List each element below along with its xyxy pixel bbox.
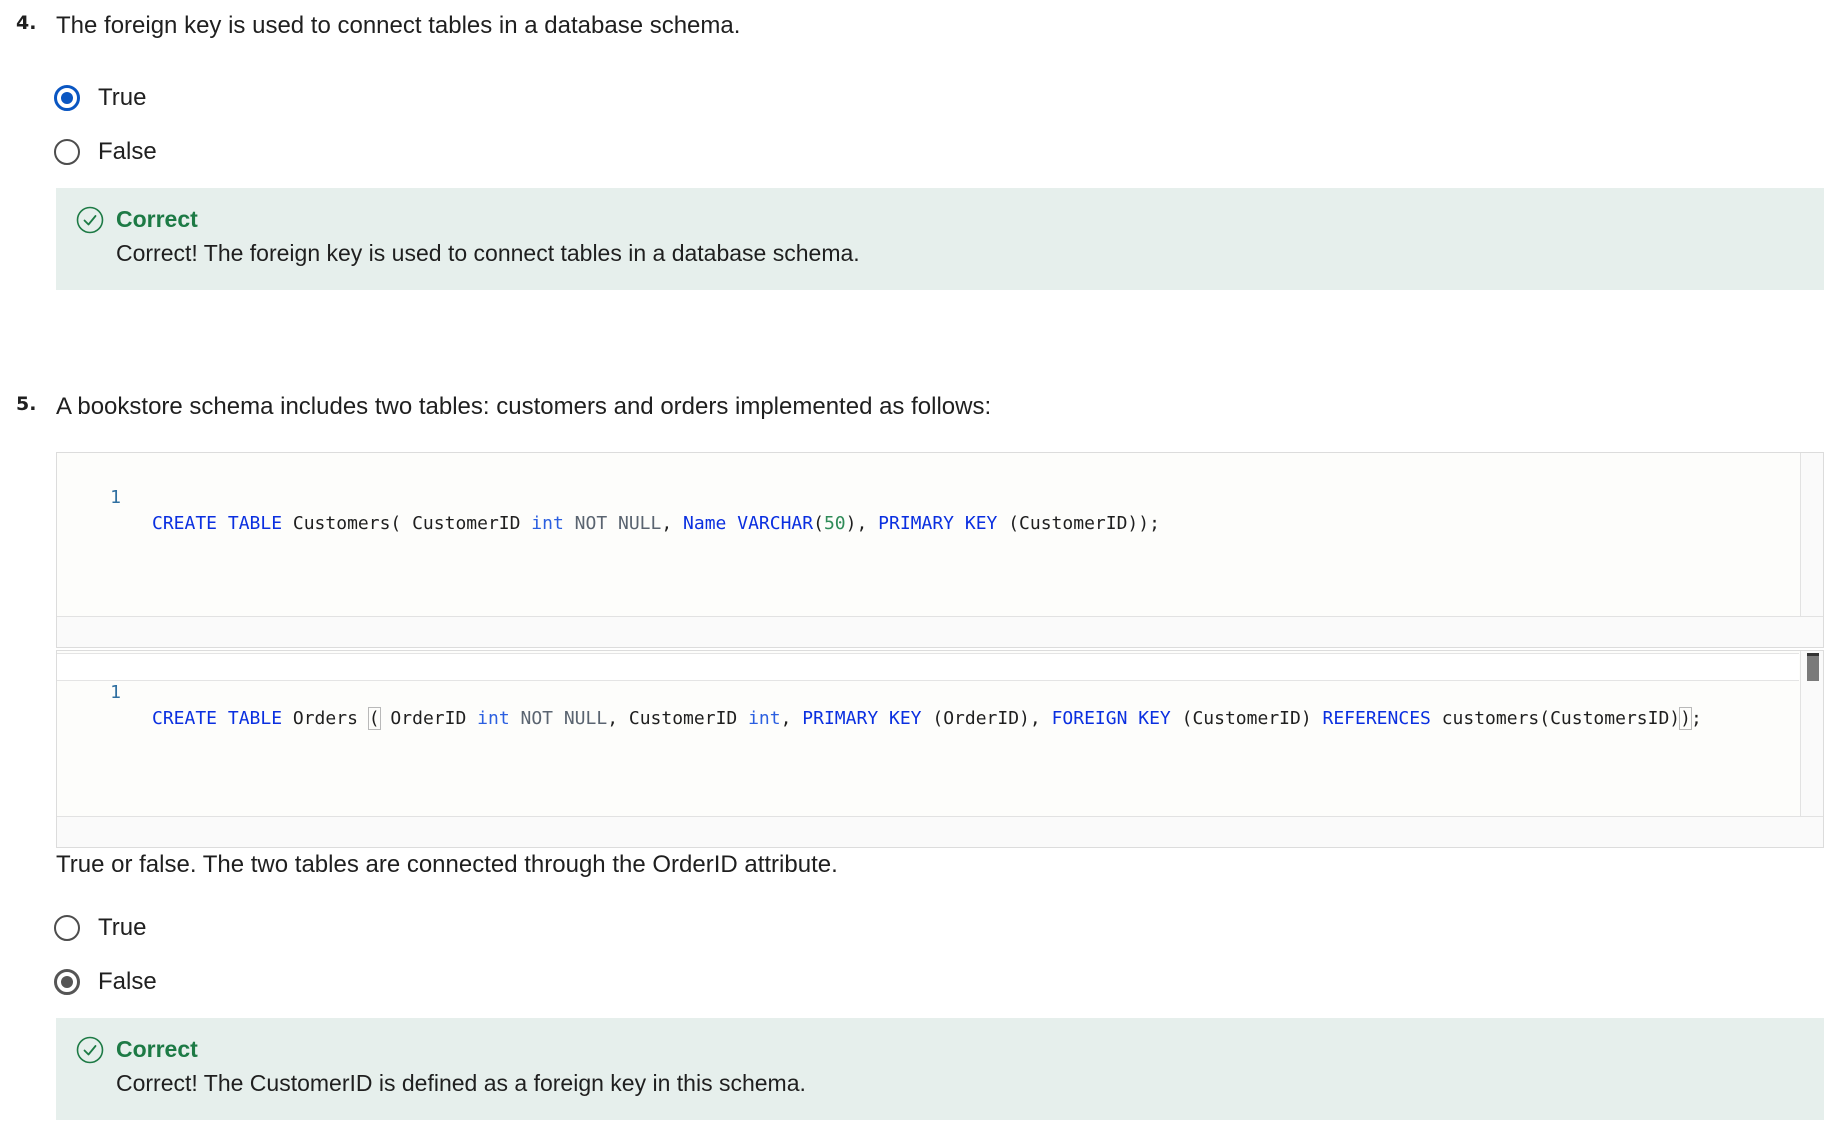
code-token: ; bbox=[1690, 708, 1702, 729]
code-token: OrderID bbox=[379, 708, 478, 729]
code-token: NOT NULL bbox=[520, 708, 608, 729]
code-token: (OrderID), bbox=[921, 708, 1052, 729]
question-sub-prompt: True or false. The two tables are connec… bbox=[56, 851, 838, 878]
code-token: Name bbox=[683, 513, 727, 534]
question-prompt: The foreign key is used to connect table… bbox=[56, 12, 741, 39]
horizontal-scrollbar[interactable] bbox=[57, 616, 1823, 647]
vertical-scrollbar[interactable] bbox=[1800, 453, 1823, 617]
option-true[interactable]: True bbox=[54, 81, 146, 115]
code-token: int bbox=[477, 708, 510, 729]
code-line-active[interactable]: 1 CREATE TABLE Orders ( OrderID int NOT … bbox=[57, 653, 1799, 730]
feedback-text: Correct! The foreign key is used to conn… bbox=[116, 240, 860, 266]
code-line[interactable]: 1 CREATE TABLE Customers( CustomerID int… bbox=[57, 459, 1799, 534]
code-token: , bbox=[780, 708, 803, 729]
code-token: PRIMARY KEY bbox=[878, 513, 998, 534]
radio-button[interactable] bbox=[54, 139, 80, 165]
vertical-scrollbar[interactable] bbox=[1800, 651, 1823, 817]
code-token: 50 bbox=[823, 513, 846, 534]
horizontal-scrollbar[interactable] bbox=[57, 816, 1823, 847]
code-token: CREATE TABLE bbox=[152, 513, 283, 534]
code-token: ( bbox=[367, 707, 381, 730]
code-token: ( bbox=[813, 513, 824, 534]
line-number: 1 bbox=[110, 487, 121, 508]
code-token: ), bbox=[845, 513, 879, 534]
code-token: Orders bbox=[282, 708, 369, 729]
code-token: FOREIGN KEY bbox=[1051, 708, 1171, 729]
code-token: int bbox=[748, 708, 781, 729]
feedback-text: Correct! The CustomerID is defined as a … bbox=[116, 1070, 806, 1096]
option-false[interactable]: False bbox=[54, 135, 157, 169]
option-true[interactable]: True bbox=[54, 911, 146, 945]
code-token: customers(CustomersID) bbox=[1430, 708, 1681, 729]
option-false[interactable]: False bbox=[54, 965, 157, 999]
scrollbar-thumb[interactable] bbox=[1807, 653, 1819, 681]
radio-button-selected[interactable] bbox=[54, 969, 80, 995]
code-editor-orders[interactable]: 1 CREATE TABLE Orders ( OrderID int NOT … bbox=[56, 650, 1824, 848]
question-prompt: A bookstore schema includes two tables: … bbox=[56, 393, 992, 420]
option-label: False bbox=[98, 138, 157, 165]
code-token: REFERENCES bbox=[1322, 708, 1431, 729]
code-text: CREATE TABLE Orders ( OrderID int NOT NU… bbox=[152, 706, 1702, 732]
code-token: NOT NULL bbox=[574, 513, 662, 534]
radio-button-selected[interactable] bbox=[54, 85, 80, 111]
code-token: int bbox=[531, 513, 564, 534]
code-editor-customers[interactable]: 1 CREATE TABLE Customers( CustomerID int… bbox=[56, 452, 1824, 648]
option-label: True bbox=[98, 84, 147, 111]
feedback-box: Correct Correct! The foreign key is used… bbox=[56, 188, 1824, 290]
radio-button[interactable] bbox=[54, 915, 80, 941]
option-label: False bbox=[98, 968, 157, 995]
check-circle-icon bbox=[76, 1036, 104, 1064]
code-text: CREATE TABLE Customers( CustomerID int N… bbox=[152, 511, 1160, 537]
line-number: 1 bbox=[110, 682, 121, 703]
code-token: CREATE TABLE bbox=[152, 708, 283, 729]
feedback-title: Correct bbox=[116, 206, 198, 232]
feedback-title: Correct bbox=[116, 1036, 198, 1062]
feedback-box: Correct Correct! The CustomerID is defin… bbox=[56, 1018, 1824, 1120]
code-token: VARCHAR bbox=[737, 513, 814, 534]
code-token: (CustomerID)); bbox=[997, 513, 1160, 534]
option-label: True bbox=[98, 914, 147, 941]
check-circle-icon bbox=[76, 206, 104, 234]
code-token: , bbox=[661, 513, 684, 534]
code-token: ) bbox=[1679, 707, 1692, 730]
code-token: PRIMARY KEY bbox=[802, 708, 922, 729]
question-number: 4. bbox=[16, 12, 37, 34]
code-token: , CustomerID bbox=[607, 708, 749, 729]
code-token: (CustomerID) bbox=[1170, 708, 1323, 729]
code-token: Customers( CustomerID bbox=[282, 513, 532, 534]
question-number: 5. bbox=[16, 393, 37, 415]
